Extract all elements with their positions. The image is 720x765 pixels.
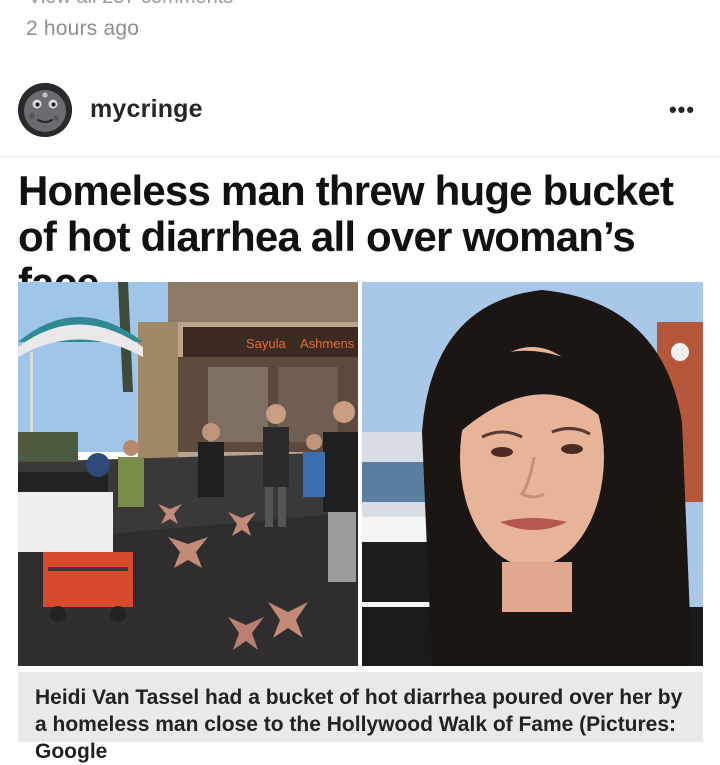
post-timestamp: 2 hours ago bbox=[26, 17, 140, 40]
storefront-sign: Ashmens bbox=[300, 336, 355, 351]
storefront-sign: Sayula bbox=[246, 336, 287, 351]
post-header: mycringe ••• bbox=[0, 76, 720, 157]
woman-portrait-photo bbox=[362, 282, 703, 666]
moon-face-icon bbox=[18, 83, 72, 137]
view-comments-link[interactable]: View all 257 comments bbox=[28, 0, 233, 9]
more-options-button[interactable]: ••• bbox=[660, 94, 704, 126]
walk-of-fame-photo: Sayula Ashmens bbox=[18, 282, 358, 666]
ellipsis-icon: ••• bbox=[668, 97, 696, 122]
photo-caption: Heidi Van Tassel had a bucket of hot dia… bbox=[35, 686, 683, 763]
avatar[interactable] bbox=[18, 83, 72, 137]
photo-caption-box: Heidi Van Tassel had a bucket of hot dia… bbox=[18, 672, 703, 763]
username[interactable]: mycringe bbox=[90, 95, 203, 124]
